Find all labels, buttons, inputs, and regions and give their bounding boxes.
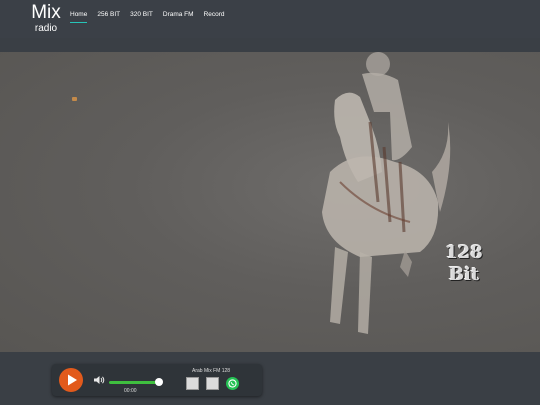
station-name: Arab Mix FM 128 [192,368,231,374]
speaker-icon[interactable] [93,375,105,385]
playback-time: 00:00 [124,388,137,394]
whatsapp-icon [228,379,237,388]
rider-on-horse-image [322,52,451,334]
nav-home[interactable]: Home [70,10,88,23]
station-thumbnail-2[interactable] [206,377,219,390]
top-header: Mix radio Home 256 BIT 320 BIT Drama FM … [0,0,540,38]
orange-dot [72,97,77,101]
whatsapp-share-button[interactable] [226,377,239,390]
volume-slider[interactable] [109,378,163,386]
background-scene: 128 Bit [0,52,540,352]
logo-main-text: Mix [31,2,61,23]
play-icon [68,374,77,386]
nav-256-bit[interactable]: 256 BIT [97,10,120,20]
station-thumbnail-1[interactable] [186,377,199,390]
bitrate-label: Bit [448,264,480,285]
logo-sub-text: radio [34,23,58,34]
nav-drama-fm[interactable]: Drama FM [163,10,194,20]
volume-handle[interactable] [155,378,163,386]
nav-320-bit[interactable]: 320 BIT [130,10,153,20]
volume-fill [109,381,159,384]
main-nav: Home 256 BIT 320 BIT Drama FM Record [70,10,225,23]
nav-record[interactable]: Record [204,10,225,20]
play-button[interactable] [59,368,83,392]
bitrate-overlay: 128 Bit [440,242,488,286]
site-logo[interactable]: Mix radio [29,3,63,34]
audio-player: 00:00 Arab Mix FM 128 [52,364,262,396]
bitrate-number: 128 [445,242,483,263]
